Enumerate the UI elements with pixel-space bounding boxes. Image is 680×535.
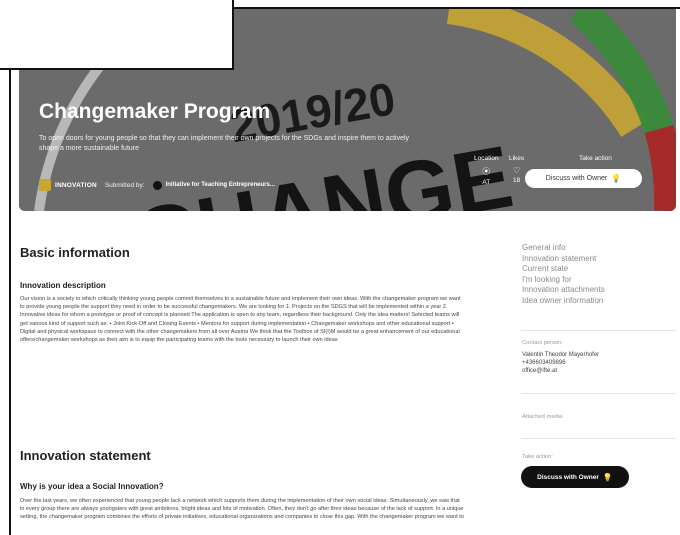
innovation-description-heading: Innovation description xyxy=(20,281,106,290)
location-label: Location xyxy=(474,155,499,162)
location-stat: Location ⦿ AT xyxy=(474,155,499,186)
likes-stat: Likes ♡ 18 xyxy=(509,155,524,184)
contact-card: Valentin Theodor Mayerhofer +43660340989… xyxy=(522,351,599,375)
sidebar-divider xyxy=(521,393,676,394)
attached-media-label: Attached media xyxy=(522,414,563,420)
submitter-link[interactable]: Initiative for Teaching Entrepreneurs... xyxy=(166,182,275,188)
toc-innovation-attachments[interactable]: Innovation attachments xyxy=(522,285,605,296)
table-of-contents: General info Innovation statement Curren… xyxy=(522,243,605,306)
basic-information-heading: Basic information xyxy=(20,245,130,260)
lightbulb-icon: 💡 xyxy=(611,174,622,183)
discuss-with-owner-button-sidebar[interactable]: Discuss with Owner 💡 xyxy=(521,466,629,488)
location-value: AT xyxy=(482,179,491,186)
innovation-icon xyxy=(39,179,51,191)
social-innovation-text: Over the last years, we often experience… xyxy=(20,498,464,521)
likes-label: Likes xyxy=(509,155,525,162)
sidebar-divider xyxy=(521,330,676,331)
toc-general-info[interactable]: General info xyxy=(522,243,605,254)
innovation-statement-heading: Innovation statement xyxy=(20,448,151,463)
sidebar-divider xyxy=(521,438,676,439)
frame-border-top xyxy=(234,7,680,9)
take-action-label-sidebar: Take action: xyxy=(522,454,553,460)
submitter-avatar xyxy=(152,180,162,190)
submitted-by-label: Submitted by: xyxy=(104,181,145,189)
contact-person-label: Contact person: xyxy=(522,340,563,346)
innovation-tag: INNOVATION xyxy=(55,181,97,189)
hero-tag-row: INNOVATION Submitted by: Initiative for … xyxy=(39,179,275,191)
page-title: Changemaker Program xyxy=(39,100,271,123)
discuss-with-owner-button[interactable]: Discuss with Owner 💡 xyxy=(525,169,642,188)
lightbulb-icon: 💡 xyxy=(602,472,613,482)
contact-phone[interactable]: +436603409896 xyxy=(522,359,599,367)
location-pin-icon: ⦿ xyxy=(482,167,491,176)
discuss-button-label: Discuss with Owner xyxy=(537,473,599,481)
innovation-description-text: Our vision is a society in which critica… xyxy=(20,296,461,344)
toc-current-state[interactable]: Current state xyxy=(522,264,605,275)
contact-name: Valentin Theodor Mayerhofer xyxy=(522,352,600,358)
toc-looking-for[interactable]: I'm looking for xyxy=(522,275,605,286)
contact-email[interactable]: office@ifte.at xyxy=(522,367,599,375)
social-innovation-question: Why is your idea a Social Innovation? xyxy=(20,482,164,491)
take-action-label: Take action xyxy=(579,155,612,162)
heart-icon[interactable]: ♡ xyxy=(509,166,524,175)
discuss-button-label: Discuss with Owner xyxy=(545,175,608,182)
frame-border-left xyxy=(9,68,11,535)
toc-innovation-statement[interactable]: Innovation statement xyxy=(522,254,605,265)
likes-value: 18 xyxy=(512,177,521,184)
hero-description: To open doors for young people so that t… xyxy=(39,135,410,152)
toc-idea-owner-information[interactable]: Idea owner information xyxy=(522,296,605,307)
overlay-box xyxy=(0,0,234,70)
